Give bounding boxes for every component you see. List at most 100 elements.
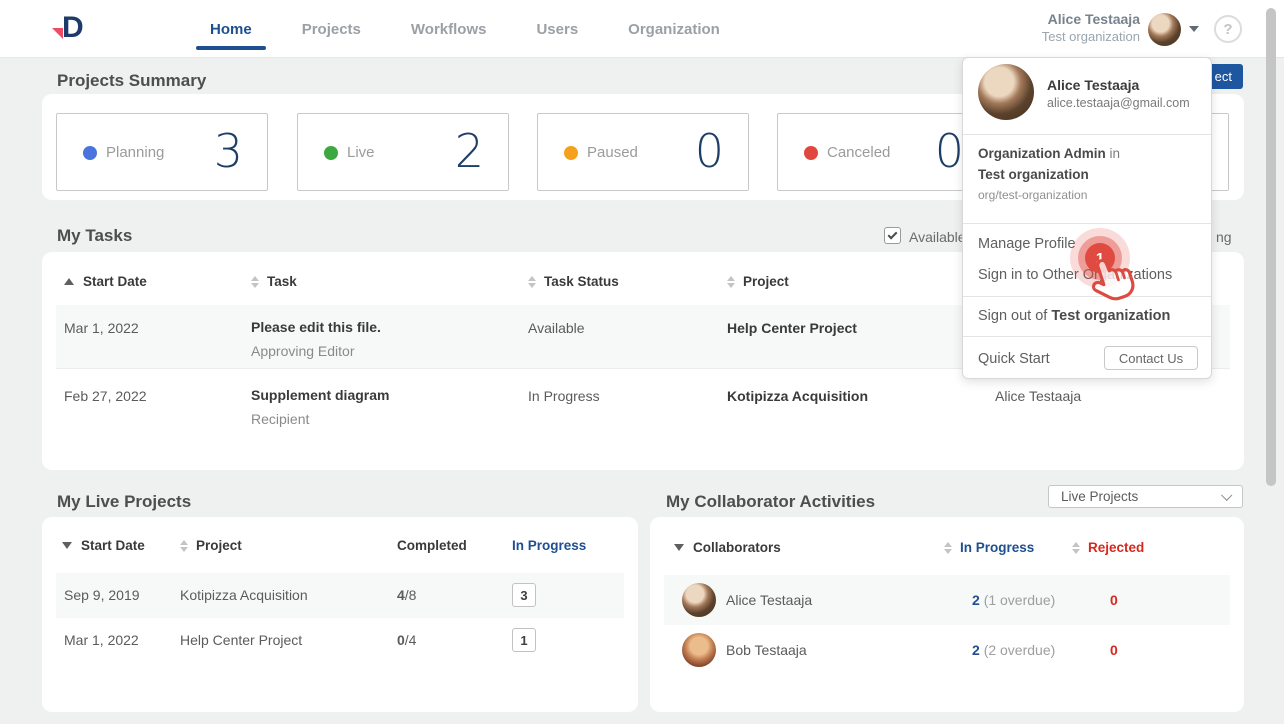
sort-asc-icon bbox=[64, 278, 74, 285]
summary-card-label: Paused bbox=[587, 144, 638, 161]
chevron-down-icon[interactable] bbox=[1189, 26, 1199, 32]
live-project-row[interactable]: Sep 9, 2019 Kotipizza Acquisition 4/8 3 bbox=[56, 573, 624, 618]
summary-card-count: 0 bbox=[935, 126, 964, 177]
task-name: Please edit this file. bbox=[251, 319, 381, 335]
sort-icon bbox=[251, 276, 259, 288]
collaborator-row[interactable]: Alice Testaaja 2 (1 overdue) 0 bbox=[664, 575, 1230, 625]
menu-divider bbox=[963, 223, 1211, 224]
collaborator-row[interactable]: Bob Testaaja 2 (2 overdue) 0 bbox=[664, 625, 1230, 675]
task-role: Approving Editor bbox=[251, 343, 355, 359]
menu-org-name: Test organization bbox=[978, 167, 1089, 182]
live-project-row[interactable]: Mar 1, 2022 Help Center Project 0/4 1 bbox=[56, 618, 624, 663]
collaborator-name: Bob Testaaja bbox=[726, 642, 807, 658]
menu-item-sign-out[interactable]: Sign out of Test organization bbox=[978, 308, 1196, 324]
my-live-projects-title: My Live Projects bbox=[57, 492, 191, 512]
live-completed-count: 0/4 bbox=[397, 632, 416, 648]
summary-card-count: 3 bbox=[214, 126, 243, 177]
collab-rejected: 0 bbox=[1110, 642, 1118, 658]
contact-us-button[interactable]: Contact Us bbox=[1104, 346, 1198, 370]
live-col-completed: Completed bbox=[397, 538, 467, 553]
task-status: Available bbox=[528, 320, 585, 336]
menu-user-email: alice.testaaja@gmail.com bbox=[1047, 96, 1190, 110]
main-nav: Home Projects Workflows Users Organizati… bbox=[210, 0, 720, 58]
planning-status-dot bbox=[83, 146, 97, 160]
nav-tab-home[interactable]: Home bbox=[210, 0, 252, 58]
collaborator-avatar bbox=[682, 583, 716, 617]
summary-card-label: Planning bbox=[106, 144, 164, 161]
in-progress-count-button[interactable]: 3 bbox=[512, 583, 536, 607]
menu-role-line: Organization Admin in bbox=[978, 146, 1120, 161]
task-role: Recipient bbox=[251, 411, 309, 427]
live-col-in-progress: In Progress bbox=[512, 538, 586, 553]
summary-card-canceled[interactable]: Canceled 0 bbox=[777, 113, 989, 191]
sort-icon bbox=[944, 542, 952, 554]
collaborator-name: Alice Testaaja bbox=[726, 592, 812, 608]
menu-divider bbox=[963, 336, 1211, 337]
project-filter-value: Live Projects bbox=[1061, 489, 1138, 504]
summary-card-label: Canceled bbox=[827, 144, 890, 161]
available-filter-label: Available bbox=[909, 229, 966, 245]
summary-card-count: 2 bbox=[455, 126, 484, 177]
top-navigation-bar: D Home Projects Workflows Users Organiza… bbox=[0, 0, 1284, 58]
paused-status-dot bbox=[564, 146, 578, 160]
available-filter-checkbox[interactable] bbox=[884, 227, 901, 244]
canceled-status-dot bbox=[804, 146, 818, 160]
summary-card-live[interactable]: Live 2 bbox=[297, 113, 509, 191]
my-tasks-title: My Tasks bbox=[57, 226, 132, 246]
in-progress-count-button[interactable]: 1 bbox=[512, 628, 536, 652]
menu-divider bbox=[963, 134, 1211, 135]
live-project-name: Kotipizza Acquisition bbox=[180, 587, 308, 603]
task-name: Supplement diagram bbox=[251, 387, 389, 403]
task-assignee: Alice Testaaja bbox=[995, 388, 1081, 404]
tasks-col-task[interactable]: Task bbox=[251, 274, 297, 289]
task-project: Kotipizza Acquisition bbox=[727, 388, 868, 404]
project-filter-select[interactable]: Live Projects bbox=[1048, 485, 1243, 508]
live-project-name: Help Center Project bbox=[180, 632, 302, 648]
collaborator-activities-panel: Collaborators In Progress Rejected Alice… bbox=[650, 517, 1244, 712]
collab-col-collaborators[interactable]: Collaborators bbox=[674, 540, 781, 555]
nav-tab-workflows[interactable]: Workflows bbox=[411, 0, 487, 58]
tasks-col-task-status[interactable]: Task Status bbox=[528, 274, 619, 289]
topbar-avatar[interactable] bbox=[1148, 13, 1181, 46]
vertical-scrollbar-thumb[interactable] bbox=[1266, 8, 1276, 486]
sort-icon bbox=[528, 276, 536, 288]
task-project: Help Center Project bbox=[727, 320, 857, 336]
chevron-down-icon bbox=[1221, 490, 1232, 501]
task-row[interactable]: Feb 27, 2022 Supplement diagram Recipien… bbox=[56, 368, 1230, 445]
sort-icon bbox=[1072, 542, 1080, 554]
collab-rejected: 0 bbox=[1110, 592, 1118, 608]
projects-summary-title: Projects Summary bbox=[57, 71, 206, 91]
nav-tab-users[interactable]: Users bbox=[536, 0, 578, 58]
summary-card-planning[interactable]: Planning 3 bbox=[56, 113, 268, 191]
live-start-date: Mar 1, 2022 bbox=[64, 632, 139, 648]
summary-card-paused[interactable]: Paused 0 bbox=[537, 113, 749, 191]
checkmark-icon bbox=[888, 229, 898, 239]
tasks-col-project[interactable]: Project bbox=[727, 274, 789, 289]
collab-in-progress: 2 (2 overdue) bbox=[972, 642, 1055, 658]
nav-tab-projects[interactable]: Projects bbox=[302, 0, 361, 58]
help-icon[interactable]: ? bbox=[1214, 15, 1242, 43]
live-start-date: Sep 9, 2019 bbox=[64, 587, 140, 603]
live-col-start-date[interactable]: Start Date bbox=[62, 538, 145, 553]
topbar-user-info[interactable]: Alice Testaaja Test organization bbox=[1042, 11, 1140, 44]
my-live-projects-panel: Start Date Project Completed In Progress… bbox=[42, 517, 638, 712]
dashboard-page: D Home Projects Workflows Users Organiza… bbox=[0, 0, 1284, 724]
topbar-user-name: Alice Testaaja bbox=[1042, 11, 1140, 27]
live-completed-count: 4/8 bbox=[397, 587, 416, 603]
collab-in-progress: 2 (1 overdue) bbox=[972, 592, 1055, 608]
menu-avatar bbox=[978, 64, 1034, 120]
collab-col-in-progress[interactable]: In Progress bbox=[944, 540, 1034, 555]
summary-card-count: 0 bbox=[695, 126, 724, 177]
app-logo[interactable]: D bbox=[52, 11, 92, 47]
sort-icon bbox=[180, 540, 188, 552]
nav-tab-organization[interactable]: Organization bbox=[628, 0, 720, 58]
filter-label-fragment: ng bbox=[1216, 229, 1232, 245]
menu-user-name: Alice Testaaja bbox=[1047, 77, 1139, 93]
live-col-project[interactable]: Project bbox=[180, 538, 242, 553]
tasks-col-start-date[interactable]: Start Date bbox=[64, 274, 147, 289]
collab-col-rejected[interactable]: Rejected bbox=[1072, 540, 1144, 555]
task-start-date: Feb 27, 2022 bbox=[64, 388, 147, 404]
menu-org-slug: org/test-organization bbox=[978, 188, 1087, 202]
my-collaborator-activities-title: My Collaborator Activities bbox=[666, 492, 875, 512]
logo-letter: D bbox=[62, 11, 83, 45]
